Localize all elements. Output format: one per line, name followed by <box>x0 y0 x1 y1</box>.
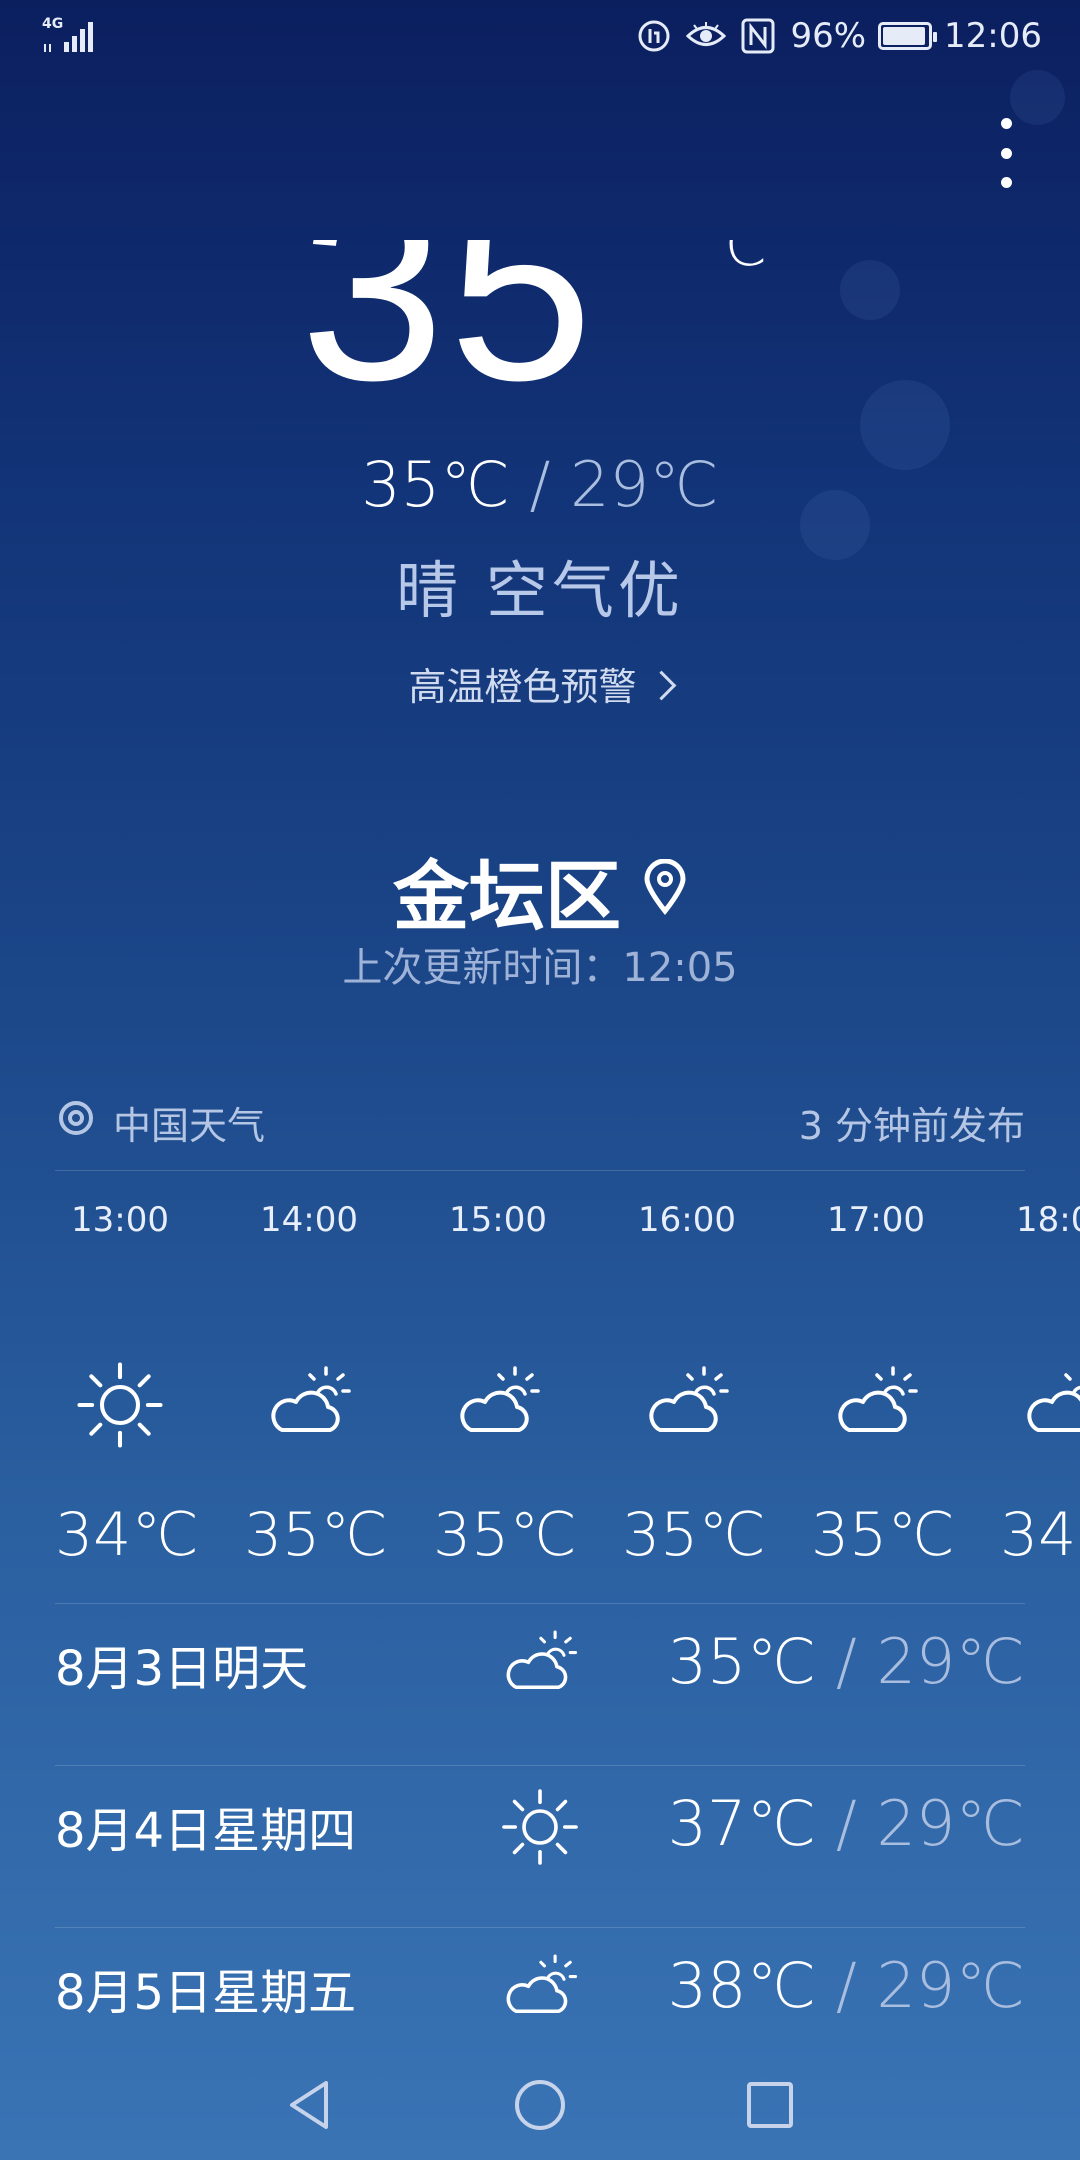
separator: / <box>529 448 551 521</box>
china-weather-logo-icon <box>55 1097 97 1148</box>
network-type: 4G <box>42 16 64 32</box>
divider <box>55 1765 1025 1766</box>
hour-temp: 35℃ <box>622 1500 766 1570</box>
hourly-item: 17:00 35℃ <box>811 1195 955 1570</box>
day-low: 29℃ <box>876 1949 1025 2022</box>
separator: / <box>835 1625 857 1698</box>
partly-cloudy-icon <box>831 1360 921 1450</box>
hour-time: 18:00 <box>1016 1200 1080 1240</box>
battery-fill <box>883 27 926 45</box>
weather-warning-link[interactable]: 高温橙色预警 <box>0 656 1080 711</box>
home-button[interactable] <box>510 2075 570 2135</box>
partly-cloudy-icon <box>453 1360 543 1450</box>
status-right: 96% 12:06 <box>634 14 1042 58</box>
source-brand: 中国天气 <box>55 1095 265 1150</box>
current-temp-unit: ℃ <box>700 240 768 280</box>
data-saver-icon <box>634 16 674 56</box>
sun-icon <box>75 1360 165 1450</box>
day-high: 35℃ <box>667 1625 817 1698</box>
hour-temp: 34℃ <box>55 1500 199 1570</box>
current-temperature: 35 ℃ <box>300 240 780 410</box>
day-label: 8月5日星期五 <box>55 1965 357 2021</box>
partly-cloudy-icon <box>500 1625 580 1705</box>
published-time: 3 分钟前发布 <box>798 1103 1025 1148</box>
hourly-forecast[interactable]: 13:00 34℃ 14:00 35℃ 15:00 35℃ 16:00 35℃ 17:0… <box>55 1195 1080 1595</box>
location[interactable]: 金坛区 <box>0 835 1080 945</box>
daily-row[interactable]: 8月4日星期四 37℃ / 29℃ <box>55 1767 1025 1887</box>
lens-flare <box>840 260 900 320</box>
day-temps: 38℃ / 29℃ <box>668 1949 1025 2022</box>
hour-time: 16:00 <box>638 1200 736 1240</box>
location-pin-icon <box>643 844 687 933</box>
lens-flare <box>1010 70 1065 125</box>
divider <box>55 1927 1025 1928</box>
chevron-right-icon <box>646 670 676 701</box>
daily-row[interactable]: 8月3日明天 35℃ / 29℃ <box>55 1605 1025 1725</box>
current-temp-value: 35 <box>300 240 598 410</box>
weather-condition: 晴 空气优 <box>396 554 684 627</box>
divider <box>55 1603 1025 1604</box>
hourly-item: 13:00 34℃ <box>55 1195 199 1570</box>
hourly-item: 15:00 35℃ <box>433 1195 577 1570</box>
hour-time: 17:00 <box>827 1200 925 1240</box>
day-low: 29℃ <box>876 1787 1025 1860</box>
navigation-bar <box>0 2055 1080 2160</box>
hour-temp: 35℃ <box>811 1500 955 1570</box>
partly-cloudy-icon <box>642 1360 732 1450</box>
warning-text: 高温橙色预警 <box>408 665 637 709</box>
last-updated: 上次更新时间：12:05 <box>342 945 738 991</box>
hour-time: 13:00 <box>71 1200 169 1240</box>
nfc-icon <box>738 16 778 56</box>
today-high-low: 35℃ / 29℃ <box>0 448 1080 521</box>
hourly-item: 18:00 34℃ <box>1000 1195 1080 1570</box>
day-low: 29℃ <box>876 1625 1025 1698</box>
day-label: 8月4日星期四 <box>55 1803 357 1859</box>
hour-time: 15:00 <box>449 1200 547 1240</box>
hour-temp: 34℃ <box>1000 1500 1080 1570</box>
battery-icon <box>878 22 938 50</box>
data-source-row: 中国天气 3 分钟前发布 <box>55 1092 1025 1152</box>
source-name: 中国天气 <box>113 1103 266 1148</box>
partly-cloudy-icon <box>500 1949 580 2029</box>
signal-icon: 4G <box>42 16 98 56</box>
day-temps: 35℃ / 29℃ <box>668 1625 1025 1698</box>
separator: / <box>835 1949 857 2022</box>
eye-comfort-icon <box>686 16 727 56</box>
today-high: 35℃ <box>361 448 510 521</box>
more-options-icon[interactable] <box>988 118 1024 188</box>
hour-temp: 35℃ <box>244 1500 388 1570</box>
today-low: 29℃ <box>570 448 719 521</box>
divider <box>55 1170 1025 1171</box>
day-label: 8月3日明天 <box>55 1641 309 1697</box>
hourly-item: 14:00 35℃ <box>244 1195 388 1570</box>
separator: / <box>835 1787 857 1860</box>
battery-percent: 96% <box>790 16 867 56</box>
partly-cloudy-icon <box>1020 1360 1080 1450</box>
clock: 12:06 <box>944 16 1042 56</box>
day-high: 38℃ <box>667 1949 817 2022</box>
day-temps: 37℃ / 29℃ <box>668 1787 1025 1860</box>
hour-time: 14:00 <box>260 1200 358 1240</box>
partly-cloudy-icon <box>264 1360 354 1450</box>
status-bar: 4G 96% 12:06 <box>0 0 1080 72</box>
sun-icon <box>500 1787 580 1867</box>
back-button[interactable] <box>280 2075 340 2135</box>
recents-button[interactable] <box>740 2075 800 2135</box>
day-high: 37℃ <box>667 1787 817 1860</box>
hour-temp: 35℃ <box>433 1500 577 1570</box>
hourly-item: 16:00 35℃ <box>622 1195 766 1570</box>
location-name: 金坛区 <box>393 852 621 941</box>
daily-row[interactable]: 8月5日星期五 38℃ / 29℃ <box>55 1929 1025 2049</box>
